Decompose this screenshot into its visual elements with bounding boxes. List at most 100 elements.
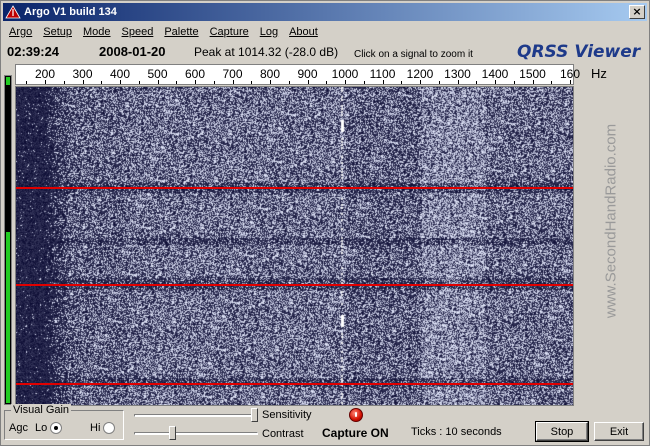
lo-option[interactable]: Lo bbox=[35, 422, 63, 434]
menu-bar: Argo Setup Mode Speed Palette Capture Lo… bbox=[3, 22, 323, 41]
zoom-hint: Click on a signal to zoom it bbox=[354, 49, 473, 60]
menu-mode[interactable]: Mode bbox=[77, 26, 116, 38]
frequency-scale[interactable]: 200 300 400 500 600 700 800 900 1000 1100 1200 1300… bbox=[15, 64, 580, 85]
visual-gain-legend: Visual Gain bbox=[11, 404, 72, 416]
scale-tick bbox=[157, 80, 159, 84]
scale-tick bbox=[232, 80, 234, 84]
scale-tick bbox=[570, 80, 571, 84]
time-marker-line bbox=[16, 284, 573, 286]
waterfall-canvas[interactable] bbox=[16, 87, 573, 405]
stop-button[interactable]: Stop bbox=[535, 421, 589, 442]
close-window-button[interactable]: × bbox=[629, 5, 645, 19]
scale-tick bbox=[382, 80, 384, 84]
scale-tick-label: 600 bbox=[184, 67, 206, 81]
scale-tick bbox=[195, 80, 196, 84]
time-marker-line bbox=[16, 187, 573, 189]
scale-tick bbox=[120, 80, 121, 84]
current-date: 2008-01-20 bbox=[99, 44, 166, 59]
menu-capture[interactable]: Capture bbox=[204, 26, 254, 38]
scale-tick bbox=[495, 80, 496, 84]
watermark-text: www.SecondHandRadio.com bbox=[602, 123, 620, 319]
scale-tick bbox=[251, 81, 253, 84]
scale-tick-label: 1500 bbox=[519, 67, 546, 81]
scale-tick bbox=[476, 81, 478, 84]
scale-tick bbox=[26, 81, 28, 84]
scale-tick bbox=[213, 81, 215, 84]
scale-tick-label: 1300 bbox=[444, 67, 471, 81]
peak-readout: Peak at 1014.32 (-28.0 dB) bbox=[194, 45, 339, 59]
scale-tick-label: 300 bbox=[72, 67, 93, 81]
lo-radio[interactable] bbox=[50, 422, 63, 434]
menu-palette[interactable]: Palette bbox=[158, 26, 203, 38]
frequency-unit: Hz bbox=[591, 66, 607, 81]
scale-tick-label: 700 bbox=[222, 67, 243, 81]
scale-tick-label: 900 bbox=[297, 67, 318, 81]
scale-tick bbox=[45, 80, 46, 84]
menu-log[interactable]: Log bbox=[254, 26, 283, 38]
time-marker-line bbox=[16, 383, 573, 385]
brand-label: QRSS Viewer bbox=[517, 42, 641, 62]
scale-tick-label: 1400 bbox=[481, 67, 509, 81]
scale-tick-label: 1000 bbox=[331, 67, 359, 81]
hi-radio[interactable] bbox=[103, 422, 116, 434]
scale-tick bbox=[401, 81, 403, 84]
sensitivity-slider[interactable] bbox=[134, 408, 258, 422]
scale-tick bbox=[551, 81, 553, 84]
sensitivity-track bbox=[134, 414, 258, 417]
scale-tick-label: 400 bbox=[109, 67, 131, 81]
contrast-label: Contrast bbox=[262, 428, 304, 440]
sensitivity-thumb[interactable] bbox=[251, 408, 258, 422]
exit-button[interactable]: Exit bbox=[594, 422, 644, 441]
scale-tick bbox=[345, 80, 346, 84]
level-bar bbox=[6, 232, 10, 403]
scale-tick-label: 500 bbox=[147, 67, 168, 81]
scale-tick bbox=[307, 80, 309, 84]
stop-button-label: Stop bbox=[550, 425, 574, 438]
capture-status: Capture ON bbox=[322, 426, 389, 440]
visual-gain-group: Visual Gain Agc Lo Hi bbox=[4, 404, 124, 440]
menu-speed[interactable]: Speed bbox=[116, 26, 159, 38]
title-bar: Argo V1 build 134 × bbox=[3, 3, 647, 21]
status-info-bar: 02:39:24 2008-01-20 Peak at 1014.32 (-28… bbox=[1, 42, 650, 64]
menu-about[interactable]: About bbox=[283, 26, 323, 38]
hi-option[interactable]: Hi bbox=[90, 422, 116, 434]
window-title: Argo V1 build 134 bbox=[24, 6, 117, 18]
scale-tick-label: 160 bbox=[559, 67, 581, 81]
scale-tick-label: 200 bbox=[34, 67, 56, 81]
agc-label: Agc bbox=[9, 422, 28, 434]
scale-tick bbox=[420, 80, 421, 84]
argo-logo-icon bbox=[5, 5, 21, 19]
scale-tick-label: 800 bbox=[259, 67, 281, 81]
scale-tick bbox=[101, 81, 103, 84]
close-icon: × bbox=[632, 5, 642, 18]
capture-indicator-icon[interactable] bbox=[349, 408, 363, 422]
scale-tick-label: 1100 bbox=[369, 67, 396, 81]
scale-tick bbox=[288, 81, 290, 84]
lo-label: Lo bbox=[35, 422, 48, 434]
contrast-slider[interactable] bbox=[134, 426, 258, 440]
contrast-thumb[interactable] bbox=[169, 426, 177, 440]
hi-label: Hi bbox=[90, 422, 101, 434]
scale-tick bbox=[532, 80, 534, 84]
scale-tick bbox=[270, 80, 271, 84]
scale-tick-label: 1200 bbox=[406, 67, 434, 81]
menu-argo[interactable]: Argo bbox=[3, 26, 37, 38]
contrast-track bbox=[134, 432, 258, 435]
waterfall-display[interactable] bbox=[15, 86, 574, 406]
level-peak-indicator bbox=[6, 77, 10, 85]
scale-tick bbox=[63, 81, 65, 84]
scale-tick bbox=[438, 81, 440, 84]
agc-option: Agc bbox=[9, 422, 28, 434]
scale-tick bbox=[457, 80, 459, 84]
scale-tick bbox=[82, 80, 84, 84]
watermark: www.SecondHandRadio.com bbox=[598, 111, 624, 331]
app-window: Argo V1 build 134 × Argo Setup Mode Spee… bbox=[0, 0, 650, 446]
signal-level-meter bbox=[4, 75, 12, 405]
menu-setup[interactable]: Setup bbox=[37, 26, 77, 38]
ticks-readout: Ticks : 10 seconds bbox=[411, 426, 502, 438]
scale-tick bbox=[138, 81, 140, 84]
scale-tick bbox=[513, 81, 515, 84]
scale-tick bbox=[176, 81, 178, 84]
scale-tick bbox=[326, 81, 328, 84]
sensitivity-label: Sensitivity bbox=[262, 409, 312, 421]
